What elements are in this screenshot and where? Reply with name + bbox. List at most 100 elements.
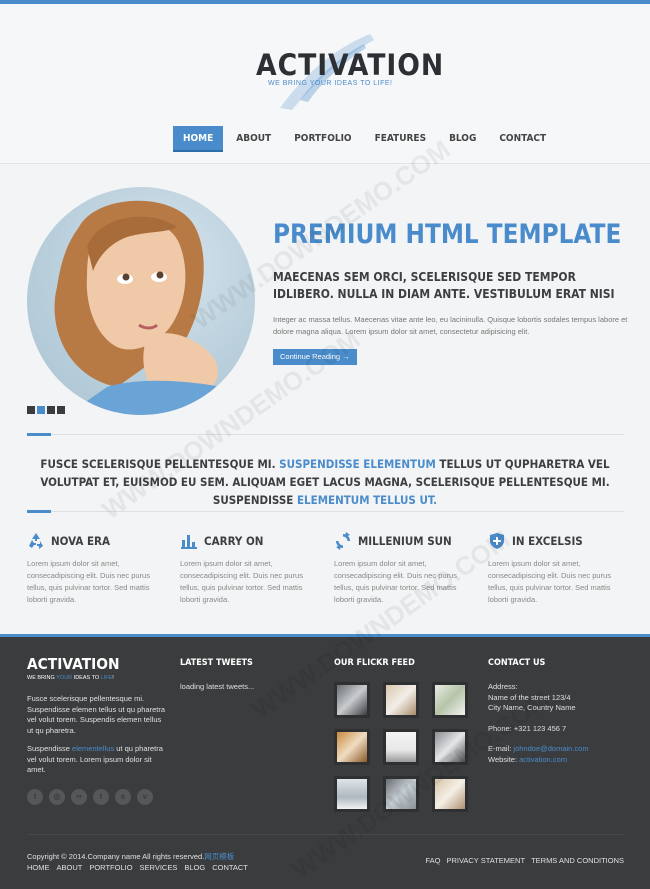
feature-title: IN EXCELSIS: [512, 534, 583, 548]
footer-link-faq[interactable]: FAQ: [425, 856, 440, 865]
flickr-icon[interactable]: ••: [71, 789, 87, 805]
feature-title: MILLENIUM SUN: [358, 534, 452, 548]
feature-text: Lorem ipsum dolor sit amet, consecadipis…: [27, 559, 150, 604]
flickr-thumb[interactable]: [432, 776, 468, 812]
logo-tagline: WE BRING YOUR IDEAS TO LIFE!: [268, 80, 393, 87]
quote-highlight: ELEMENTUM TELLUS UT.: [296, 493, 438, 507]
feature-text: Lorem ipsum dolor sit amet, consecadipis…: [180, 559, 303, 604]
slider-dot[interactable]: [57, 406, 65, 414]
tagline-text: IDEAS TO: [72, 675, 101, 681]
flickr-thumb[interactable]: [432, 682, 468, 718]
phone-number: Phone: +321 123 456 7: [488, 723, 567, 733]
latest-tweets-title: LATEST TWEETS: [180, 658, 253, 668]
nav-item-home[interactable]: HOME: [173, 126, 224, 152]
footer-nav-home[interactable]: HOME: [27, 863, 50, 872]
footer-nav-portfolio[interactable]: PORTFOLIO: [89, 863, 132, 872]
site-footer: ACTIVATION WE BRING YOUR IDEAS TO LIFE! …: [0, 637, 650, 889]
tagline-highlight: YOUR: [56, 675, 73, 681]
shield-plus-icon: [490, 533, 504, 549]
footer-nav-contact[interactable]: CONTACT: [212, 863, 248, 872]
contact-us-title: CONTACT US: [488, 658, 546, 668]
flickr-thumb[interactable]: [383, 776, 419, 812]
bar-chart-icon: [181, 535, 197, 549]
about-link[interactable]: elementellus: [72, 744, 114, 753]
hero-slider: PREMIUM HTML TEMPLATE MAECENAS SEM ORCI,…: [0, 165, 650, 425]
about-text: Suspendisse: [27, 744, 73, 753]
slider-dot[interactable]: [37, 406, 45, 414]
divider-accent: [27, 510, 51, 513]
slider-dot[interactable]: [47, 406, 55, 414]
continue-reading-button[interactable]: Continue Reading →: [273, 349, 357, 365]
hero-title: PREMIUM HTML TEMPLATE: [273, 219, 622, 250]
feature-title: NOVA ERA: [51, 534, 111, 548]
footer-logo[interactable]: ACTIVATION: [27, 655, 120, 673]
flickr-thumb[interactable]: [432, 729, 468, 765]
flickr-thumb[interactable]: [383, 729, 419, 765]
refresh-icon: [336, 532, 350, 550]
nav-item-portfolio[interactable]: PORTFOLIO: [284, 126, 361, 152]
address-line: Name of the street 123/4: [488, 692, 571, 702]
slider-dot[interactable]: [27, 406, 35, 414]
footer-nav: HOME ABOUT PORTFOLIO SERVICES BLOG CONTACT: [27, 863, 248, 872]
flickr-thumb[interactable]: [334, 776, 370, 812]
quote-highlight: SUSPENDISSE ELEMENTUM: [279, 457, 436, 471]
footer-tagline: WE BRING YOUR IDEAS TO LIFE!: [27, 675, 114, 681]
tagline-highlight: LIFE: [100, 675, 113, 681]
hero-subtitle: MAECENAS SEM ORCI, SCELERISQUE SED TEMPO…: [273, 270, 615, 301]
footer-link-terms-and-conditions[interactable]: TERMS AND CONDITIONS: [531, 856, 624, 865]
main-nav: HOME ABOUT PORTFOLIO FEATURES BLOG CONTACT: [173, 126, 559, 152]
nav-item-contact[interactable]: CONTACT: [489, 126, 556, 152]
footer-about-text-2: Suspendisse elementellus ut qu pharetra …: [27, 744, 167, 776]
vimeo-icon[interactable]: v: [137, 789, 153, 805]
feature-text: Lorem ipsum dolor sit amet, consecadipis…: [488, 559, 611, 604]
copyright-link[interactable]: 网页模板: [204, 852, 234, 861]
twitter-icon[interactable]: t: [27, 789, 43, 805]
nav-item-blog[interactable]: BLOG: [439, 126, 486, 152]
dribbble-icon[interactable]: ◎: [49, 789, 65, 805]
feature-millenium-sun: MILLENIUM SUN Lorem ipsum dolor sit amet…: [334, 531, 474, 606]
feature-title: CARRY ON: [204, 534, 264, 548]
footer-nav-about[interactable]: ABOUT: [57, 863, 83, 872]
footer-divider: [27, 834, 624, 835]
woman-portrait-image: [54, 200, 255, 415]
flickr-gallery: [334, 682, 474, 812]
copyright-label: Copyright © 2014.Company name All rights…: [27, 852, 205, 861]
email-link[interactable]: johndoe@domain.com: [513, 744, 588, 753]
logo-title: ACTIVATION: [256, 48, 445, 82]
tumblr-icon[interactable]: t: [93, 789, 109, 805]
copyright-text: Copyright © 2014.Company name All rights…: [27, 851, 234, 862]
recycle-icon: [29, 533, 43, 549]
feature-text: Lorem ipsum dolor sit amet, consecadipis…: [334, 559, 457, 604]
quote-text: FUSCE SCELERISQUE PELLENTESQUE MI.: [40, 457, 280, 471]
address-label: Address:: [488, 682, 518, 691]
feature-carry-on: CARRY ON Lorem ipsum dolor sit amet, con…: [180, 531, 320, 606]
skype-icon[interactable]: s: [115, 789, 131, 805]
site-logo[interactable]: ACTIVATION WE BRING YOUR IDEAS TO LIFE!: [230, 24, 443, 114]
intro-quote: FUSCE SCELERISQUE PELLENTESQUE MI. SUSPE…: [20, 455, 630, 509]
tagline-text: WE BRING: [27, 675, 57, 681]
hero-photo: [27, 187, 255, 415]
contact-info: Address: Name of the street 123/4 City N…: [488, 682, 638, 765]
tagline-text: !: [112, 675, 114, 681]
footer-legal-links: FAQ PRIVACY STATEMENT TERMS AND CONDITIONS: [425, 856, 624, 865]
slider-pagination: [27, 406, 65, 414]
flickr-thumb[interactable]: [334, 729, 370, 765]
feature-nova-era: NOVA ERA Lorem ipsum dolor sit amet, con…: [27, 531, 167, 606]
footer-nav-blog[interactable]: BLOG: [184, 863, 205, 872]
section-divider: [27, 433, 624, 436]
hero-body-text: Integer ac massa tellus. Maecenas vitae …: [273, 315, 628, 336]
footer-nav-services[interactable]: SERVICES: [140, 863, 178, 872]
nav-item-about[interactable]: ABOUT: [226, 126, 281, 152]
section-divider: [27, 510, 624, 513]
website-label: Website:: [488, 754, 520, 764]
website-link[interactable]: activation.com: [519, 755, 567, 764]
flickr-feed-title: OUR FLICKR FEED: [334, 658, 415, 668]
flickr-thumb[interactable]: [334, 682, 370, 718]
social-icons: t ◎ •• t s v: [27, 789, 153, 805]
nav-item-features[interactable]: FEATURES: [365, 126, 436, 152]
footer-about-text: Fusce scelerisque pellentesque mi. Suspe…: [27, 694, 166, 735]
site-header: ACTIVATION WE BRING YOUR IDEAS TO LIFE! …: [0, 4, 650, 164]
feature-in-excelsis: IN EXCELSIS Lorem ipsum dolor sit amet, …: [488, 531, 628, 606]
flickr-thumb[interactable]: [383, 682, 419, 718]
footer-link-privacy-statement[interactable]: PRIVACY STATEMENT: [446, 856, 525, 865]
